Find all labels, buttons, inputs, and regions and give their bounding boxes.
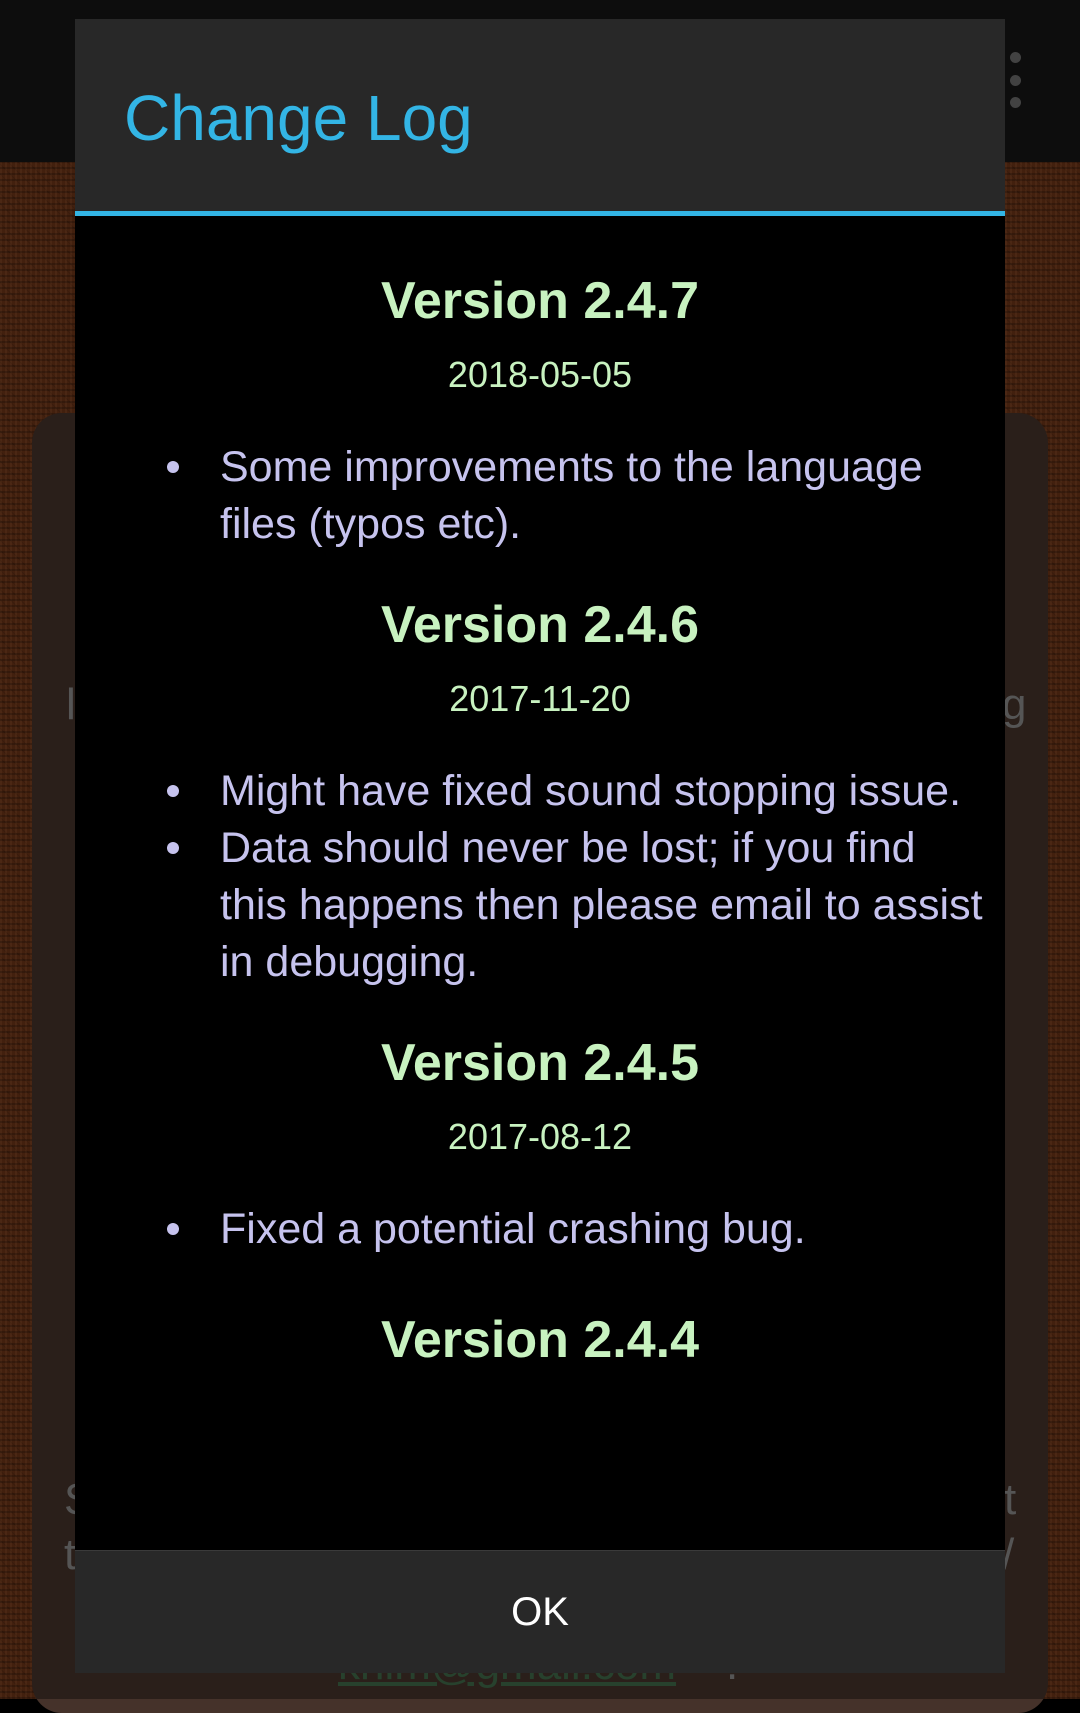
list-item: Might have fixed sound stopping issue. xyxy=(75,763,1005,820)
change-list: Fixed a potential crashing bug. xyxy=(75,1201,1005,1258)
bullet-icon xyxy=(167,785,179,797)
version-date: 2017-08-12 xyxy=(447,1116,633,1157)
version-title: Version 2.4.6 xyxy=(381,596,699,654)
version-date: 2018-05-05 xyxy=(447,354,633,395)
version-date: 2017-11-20 xyxy=(449,678,631,719)
change-list: Might have fixed sound stopping issue. D… xyxy=(75,763,1005,991)
dialog-title: Change Log xyxy=(124,82,473,154)
dialog-header: Change Log xyxy=(75,19,1005,211)
change-log-dialog: Change Log Version 2.4.7 2018-05-05 Some… xyxy=(75,19,1005,1673)
version-entry: Version 2.4.5 2017-08-12 Fixed a potenti… xyxy=(75,991,1005,1258)
bullet-icon xyxy=(167,461,179,473)
change-text: Data should never be lost; if you find t… xyxy=(220,824,983,986)
version-entry: Version 2.4.7 2018-05-05 Some improvemen… xyxy=(75,216,1005,553)
ok-button[interactable]: OK xyxy=(75,1551,1005,1673)
list-item: Some improvements to the language files … xyxy=(75,439,1005,553)
change-text: Might have fixed sound stopping issue. xyxy=(220,767,962,815)
change-list: Some improvements to the language files … xyxy=(75,439,1005,553)
change-text: Fixed a potential crashing bug. xyxy=(220,1205,806,1253)
change-text: Some improvements to the language files … xyxy=(220,443,923,548)
list-item: Data should never be lost; if you find t… xyxy=(75,820,1005,991)
version-entry: Version 2.4.6 2017-11-20 Might have fixe… xyxy=(75,553,1005,991)
version-title: Version 2.4.5 xyxy=(381,1034,699,1092)
list-item: Fixed a potential crashing bug. xyxy=(75,1201,1005,1258)
dialog-footer: OK xyxy=(75,1550,1005,1673)
version-title: Version 2.4.7 xyxy=(381,272,699,330)
version-title: Version 2.4.4 xyxy=(381,1311,699,1369)
change-log-content[interactable]: Version 2.4.7 2018-05-05 Some improvemen… xyxy=(75,216,1005,1550)
bullet-icon xyxy=(167,1223,179,1235)
version-entry: Version 2.4.4 xyxy=(75,1258,1005,1370)
bullet-icon xyxy=(167,842,179,854)
